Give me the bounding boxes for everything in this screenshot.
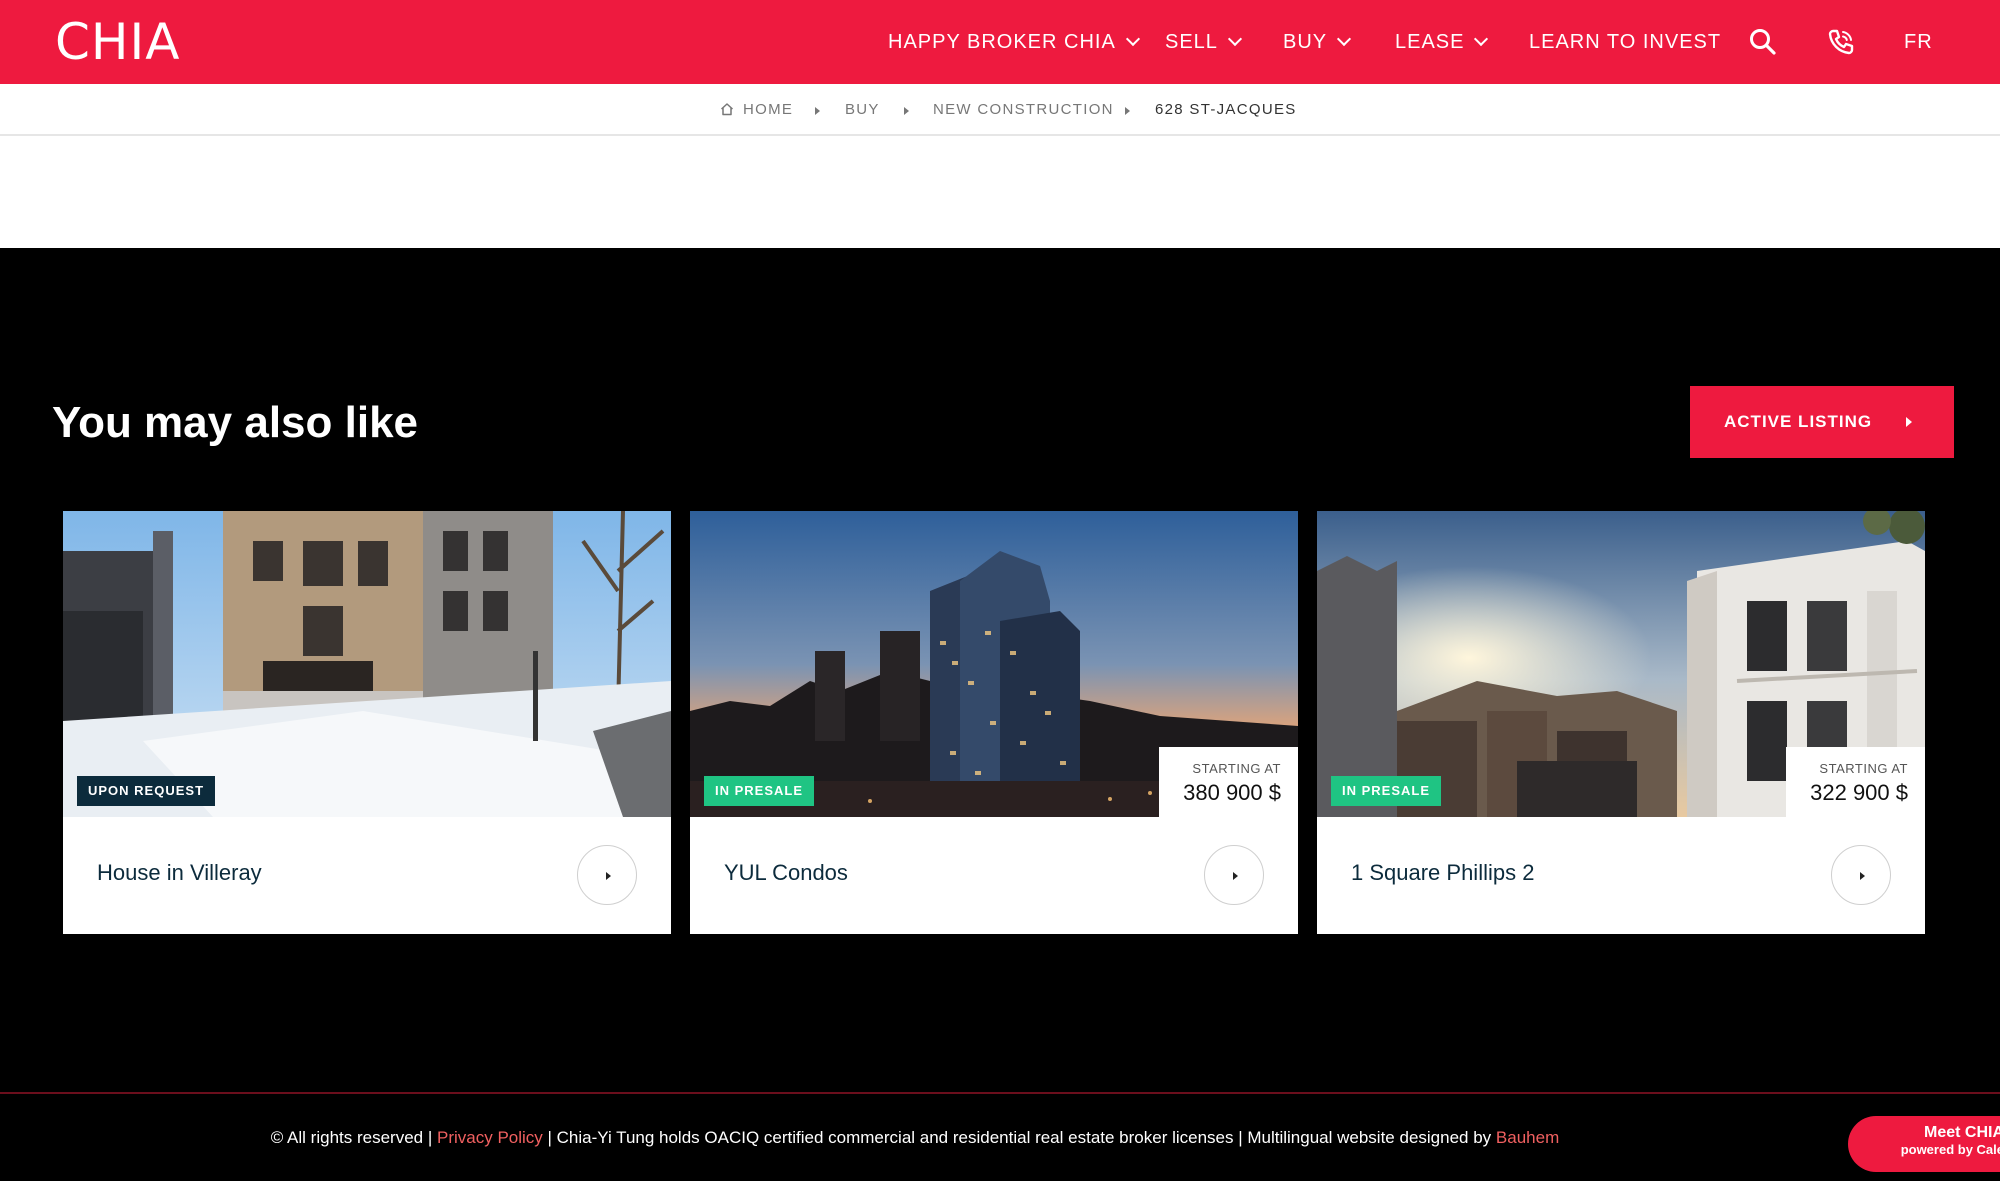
active-listing-label: ACTIVE LISTING xyxy=(1724,412,1873,431)
privacy-policy-link[interactable]: Privacy Policy xyxy=(437,1128,543,1147)
listing-title[interactable]: House in Villeray xyxy=(97,860,262,886)
status-badge: UPON REQUEST xyxy=(77,776,216,806)
breadcrumb-separator-icon xyxy=(1125,107,1130,115)
breadcrumb-separator-icon xyxy=(815,107,820,115)
footer-license-text: | Chia-Yi Tung holds OACIQ certified com… xyxy=(542,1128,1496,1147)
language-label: FR xyxy=(1904,30,1933,53)
listing-open-button[interactable] xyxy=(1204,845,1264,905)
price-box: STARTING AT 380 900 $ xyxy=(1159,747,1298,817)
chevron-down-icon xyxy=(1474,31,1489,47)
breadcrumb: HOME BUY NEW CONSTRUCTION 628 ST-JACQUES xyxy=(0,84,2000,136)
listing-title[interactable]: YUL Condos xyxy=(724,860,848,886)
nav-item-sell[interactable]: SELL xyxy=(1165,0,1243,84)
status-badge: IN PRESALE xyxy=(1331,776,1442,806)
site-header: CHIA HAPPY BROKER CHIA SELL BUY LEASE LE… xyxy=(0,0,2000,84)
active-listing-button[interactable]: ACTIVE LISTING xyxy=(1690,386,1954,458)
home-icon xyxy=(720,103,734,116)
breadcrumb-new-construction[interactable]: NEW CONSTRUCTION xyxy=(933,101,1114,118)
breadcrumb-current-page: 628 ST-JACQUES xyxy=(1155,101,1297,118)
caret-right-icon xyxy=(1906,417,1912,427)
phone-icon[interactable] xyxy=(1825,26,1857,58)
listing-open-button[interactable] xyxy=(1831,845,1891,905)
chevron-down-icon xyxy=(1227,31,1243,47)
nav-item-lease[interactable]: LEASE xyxy=(1395,0,1489,84)
breadcrumb-home[interactable]: HOME xyxy=(743,101,793,118)
caret-right-icon xyxy=(1233,872,1238,880)
listing-title[interactable]: 1 Square Phillips 2 xyxy=(1351,860,1534,886)
listing-photo xyxy=(63,511,671,817)
listing-card-1-square-phillips-2[interactable]: IN PRESALE STARTING AT 322 900 $ 1 Squar… xyxy=(1317,511,1925,934)
chat-widget-title: Meet CHIA xyxy=(1923,1124,2000,1141)
breadcrumb-buy[interactable]: BUY xyxy=(845,101,880,118)
price-label: STARTING AT xyxy=(1819,761,1908,776)
nav-item-happy-broker-chia[interactable]: HAPPY BROKER CHIA xyxy=(888,0,1140,84)
nav-item-buy[interactable]: BUY xyxy=(1283,0,1352,84)
footer-text: © All rights reserved | Privacy Policy |… xyxy=(0,1128,2000,1148)
price-label: STARTING AT xyxy=(1192,761,1281,776)
nav-item-label: HAPPY BROKER CHIA xyxy=(888,30,1116,53)
nav-item-label: LEASE xyxy=(1395,30,1465,53)
listing-card-house-in-villeray[interactable]: UPON REQUEST House in Villeray xyxy=(63,511,671,934)
breadcrumb-separator-icon xyxy=(904,107,909,115)
chat-widget-subtitle: powered by Cale xyxy=(1900,1142,2000,1157)
designer-link[interactable]: Bauhem xyxy=(1496,1128,1559,1147)
chevron-down-icon xyxy=(1337,31,1352,47)
nav-item-learn-to-invest[interactable]: LEARN TO INVEST xyxy=(1529,0,1721,84)
listing-card-yul-condos[interactable]: IN PRESALE STARTING AT 380 900 $ YUL Con… xyxy=(690,511,1298,934)
price-value: 322 900 $ xyxy=(1810,780,1908,805)
caret-right-icon xyxy=(1860,872,1865,880)
nav-item-label: BUY xyxy=(1283,30,1328,53)
section-title: You may also like xyxy=(52,398,419,447)
nav-item-label: LEARN TO INVEST xyxy=(1529,30,1722,53)
footer-divider xyxy=(0,1092,2000,1094)
status-badge: IN PRESALE xyxy=(704,776,815,806)
footer-copyright: © All rights reserved | xyxy=(270,1128,437,1147)
search-icon[interactable] xyxy=(1747,26,1779,58)
nav-item-label: SELL xyxy=(1165,30,1218,53)
logo[interactable]: CHIA xyxy=(55,14,180,70)
language-switch-fr[interactable]: FR xyxy=(1904,0,1933,84)
price-value: 380 900 $ xyxy=(1183,780,1281,805)
chevron-down-icon xyxy=(1125,31,1140,47)
listing-open-button[interactable] xyxy=(577,845,637,905)
chat-widget-button[interactable]: Meet CHIA powered by Cale xyxy=(1848,1116,2000,1172)
price-box: STARTING AT 322 900 $ xyxy=(1786,747,1925,817)
content-spacer xyxy=(0,136,2000,248)
caret-right-icon xyxy=(606,872,611,880)
